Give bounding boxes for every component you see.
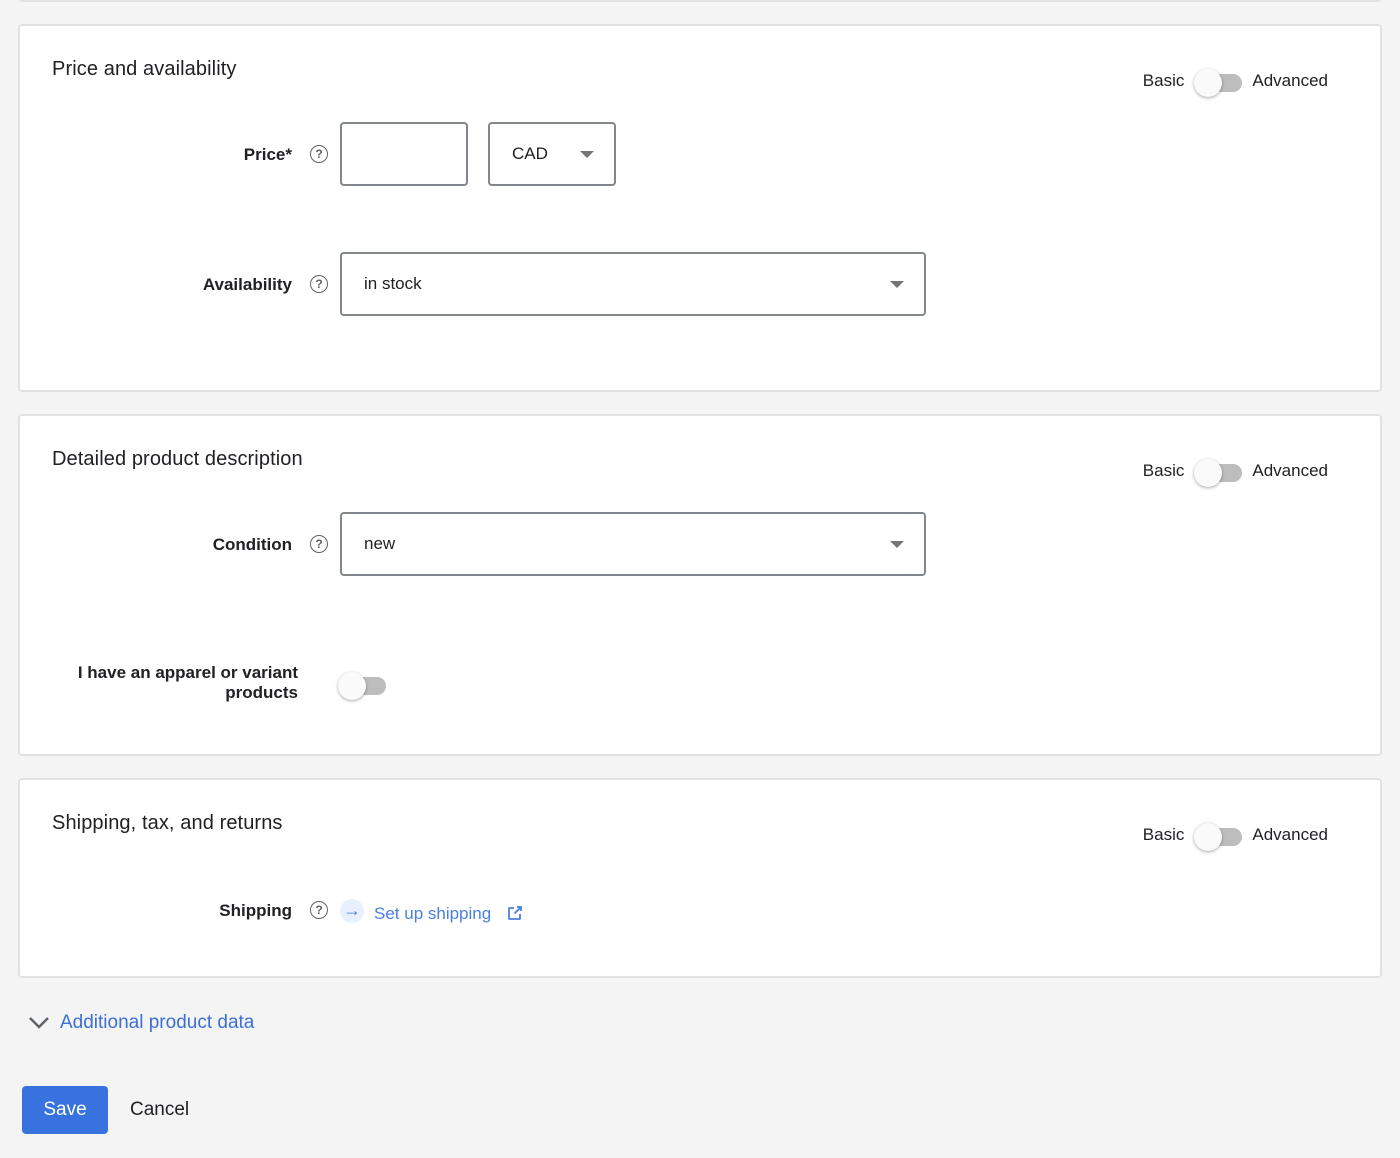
save-button[interactable]: Save bbox=[22, 1086, 108, 1134]
mode-switch: Basic Advanced bbox=[1142, 458, 1328, 487]
apparel-variant-toggle[interactable] bbox=[338, 671, 386, 700]
condition-select[interactable]: new bbox=[340, 512, 926, 576]
previous-card-edge bbox=[18, 0, 1382, 2]
toggle-thumb bbox=[1194, 459, 1223, 487]
cancel-button[interactable]: Cancel bbox=[118, 1086, 201, 1134]
advanced-label: Advanced bbox=[1252, 461, 1328, 480]
toggle-thumb bbox=[338, 672, 366, 700]
dropdown-arrow-icon bbox=[580, 151, 594, 158]
price-label: Price* bbox=[243, 145, 292, 164]
toggle-thumb bbox=[1194, 823, 1223, 851]
condition-value: new bbox=[364, 534, 396, 553]
price-input[interactable] bbox=[340, 122, 468, 186]
basic-advanced-toggle[interactable] bbox=[1194, 822, 1243, 851]
help-icon[interactable]: ? bbox=[310, 901, 328, 919]
card-title: Detailed product description bbox=[52, 448, 303, 470]
availability-select[interactable]: in stock bbox=[340, 252, 926, 316]
basic-label: Basic bbox=[1142, 71, 1185, 90]
dropdown-arrow-icon bbox=[890, 281, 904, 288]
mode-switch: Basic Advanced bbox=[1142, 822, 1328, 851]
card-title: Price and availability bbox=[52, 58, 237, 80]
apparel-variant-label: I have an apparel or variant products bbox=[60, 663, 298, 703]
external-link-icon[interactable] bbox=[507, 905, 523, 921]
basic-advanced-toggle[interactable] bbox=[1194, 68, 1243, 97]
mode-switch: Basic Advanced bbox=[1142, 68, 1328, 97]
basic-advanced-toggle[interactable] bbox=[1194, 458, 1243, 487]
availability-label: Availability bbox=[202, 275, 292, 294]
help-icon[interactable]: ? bbox=[310, 145, 328, 163]
toggle-thumb bbox=[1194, 69, 1223, 97]
card-title: Shipping, tax, and returns bbox=[52, 812, 283, 834]
currency-select[interactable]: CAD bbox=[488, 122, 616, 186]
availability-value: in stock bbox=[364, 274, 422, 293]
basic-label: Basic bbox=[1142, 461, 1185, 480]
advanced-label: Advanced bbox=[1252, 825, 1328, 844]
set-up-shipping-link[interactable]: Set up shipping bbox=[374, 904, 491, 924]
advanced-label: Advanced bbox=[1252, 71, 1328, 90]
apparel-label-line1: I have an apparel or variant bbox=[77, 663, 298, 682]
additional-product-data-expander[interactable]: Additional product data bbox=[28, 1012, 254, 1034]
help-icon[interactable]: ? bbox=[310, 535, 328, 553]
chevron-down-icon bbox=[29, 1017, 49, 1029]
currency-value: CAD bbox=[512, 144, 548, 163]
basic-label: Basic bbox=[1142, 825, 1185, 844]
additional-product-data-label: Additional product data bbox=[60, 1012, 255, 1033]
apparel-label-line2: products bbox=[225, 683, 298, 702]
shipping-tax-returns-card: Shipping, tax, and returns Basic Advance… bbox=[18, 778, 1382, 978]
condition-label: Condition bbox=[212, 535, 292, 554]
product-description-card: Detailed product description Basic Advan… bbox=[18, 414, 1382, 756]
shipping-label: Shipping bbox=[219, 901, 292, 920]
help-icon[interactable]: ? bbox=[310, 275, 328, 293]
dropdown-arrow-icon bbox=[890, 541, 904, 548]
price-availability-card: Price and availability Basic Advanced Pr… bbox=[18, 24, 1382, 392]
arrow-right-icon: → bbox=[340, 899, 364, 923]
